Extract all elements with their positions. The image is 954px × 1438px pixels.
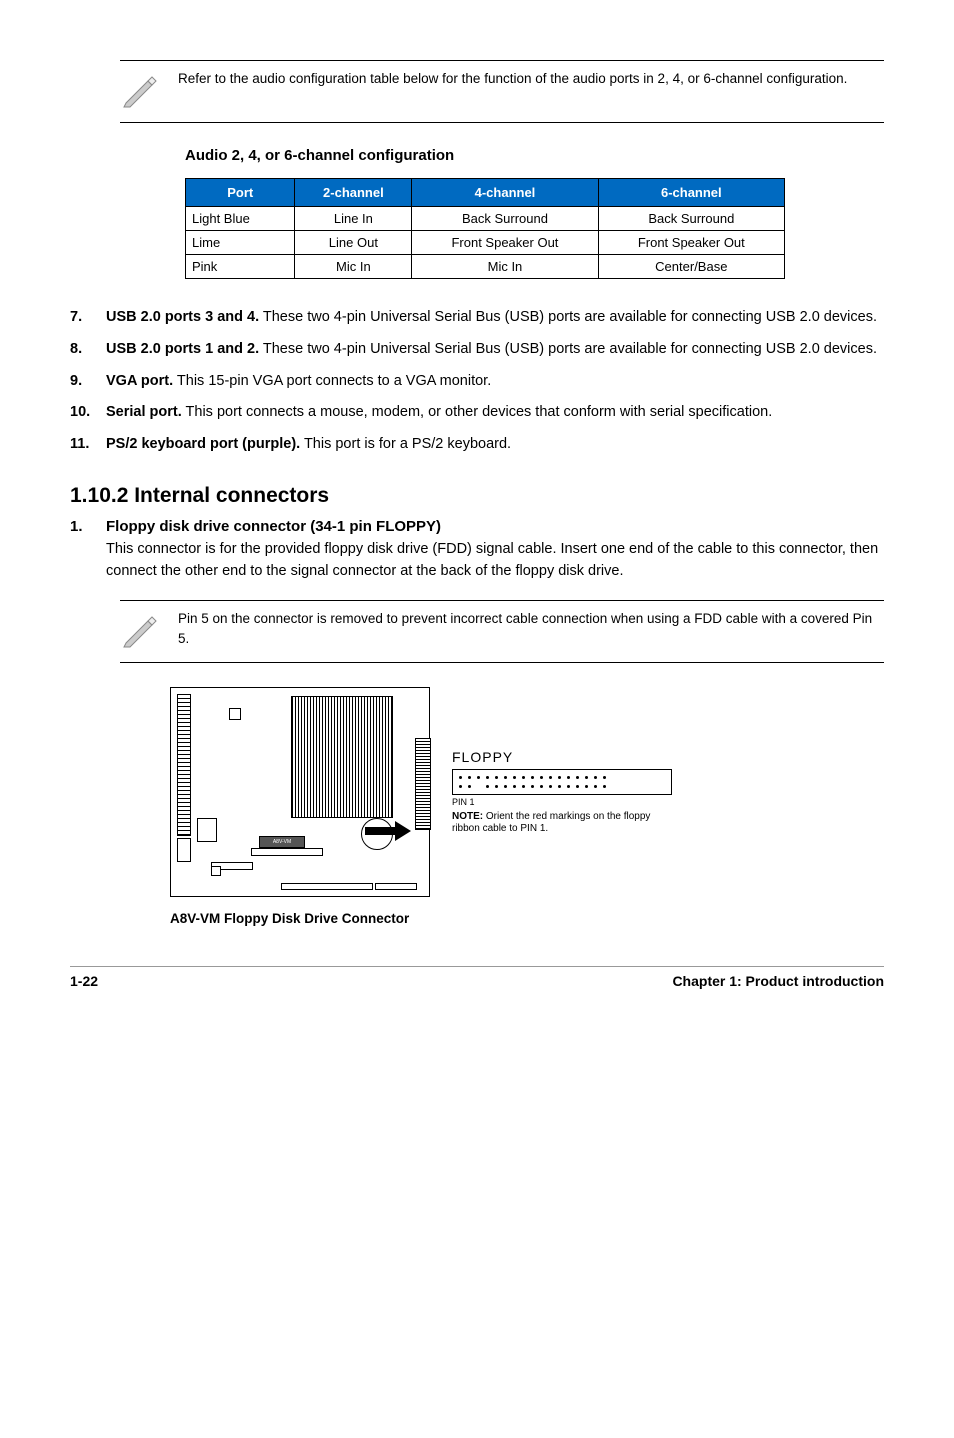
connector-label: FLOPPY — [452, 749, 672, 765]
note-audio-config: Refer to the audio configuration table b… — [120, 60, 884, 123]
list-item: 9. VGA port. This 15-pin VGA port connec… — [70, 371, 884, 393]
list-item: 1. Floppy disk drive connector (34-1 pin… — [70, 518, 884, 583]
table-header: 2-channel — [295, 179, 412, 207]
motherboard-diagram: A8V-VM — [170, 687, 430, 897]
floppy-figure: A8V-VM FLOPPY PIN 1 NOTE: Orient the red… — [170, 687, 884, 926]
note-text: Refer to the audio configuration table b… — [178, 69, 884, 89]
pencil-icon — [120, 69, 160, 114]
port-description-list: 7. USB 2.0 ports 3 and 4. These two 4-pi… — [70, 307, 884, 456]
table-row: Lime Line Out Front Speaker Out Front Sp… — [186, 231, 785, 255]
board-label: A8V-VM — [259, 836, 305, 848]
page-number: 1-22 — [70, 973, 98, 989]
note-pin5: Pin 5 on the connector is removed to pre… — [120, 600, 884, 663]
section-heading: 1.10.2 Internal connectors — [70, 484, 884, 508]
internal-connectors-list: 1. Floppy disk drive connector (34-1 pin… — [70, 518, 884, 583]
table-row: Pink Mic In Mic In Center/Base — [186, 255, 785, 279]
pin1-label: PIN 1 — [452, 797, 672, 807]
arrow-icon — [365, 821, 411, 841]
orientation-note: NOTE: Orient the red markings on the flo… — [452, 811, 672, 835]
list-item: 8. USB 2.0 ports 1 and 2. These two 4-pi… — [70, 339, 884, 361]
floppy-connector-detail: FLOPPY PIN 1 NOTE: Orient the red markin… — [452, 749, 672, 835]
audio-config-heading: Audio 2, 4, or 6-channel configuration — [185, 147, 884, 164]
page-footer: 1-22 Chapter 1: Product introduction — [70, 966, 884, 989]
pencil-icon — [120, 609, 160, 654]
table-header: 6-channel — [598, 179, 784, 207]
note-text: Pin 5 on the connector is removed to pre… — [178, 609, 884, 648]
table-row: Light Blue Line In Back Surround Back Su… — [186, 207, 785, 231]
table-header: 4-channel — [412, 179, 598, 207]
list-item: 7. USB 2.0 ports 3 and 4. These two 4-pi… — [70, 307, 884, 329]
audio-config-table: Port 2-channel 4-channel 6-channel Light… — [185, 178, 785, 279]
figure-caption: A8V-VM Floppy Disk Drive Connector — [170, 911, 884, 926]
chapter-title: Chapter 1: Product introduction — [672, 973, 884, 989]
list-item: 11. PS/2 keyboard port (purple). This po… — [70, 434, 884, 456]
list-item: 10. Serial port. This port connects a mo… — [70, 402, 884, 424]
connector-icon — [452, 769, 672, 795]
table-header: Port — [186, 179, 295, 207]
